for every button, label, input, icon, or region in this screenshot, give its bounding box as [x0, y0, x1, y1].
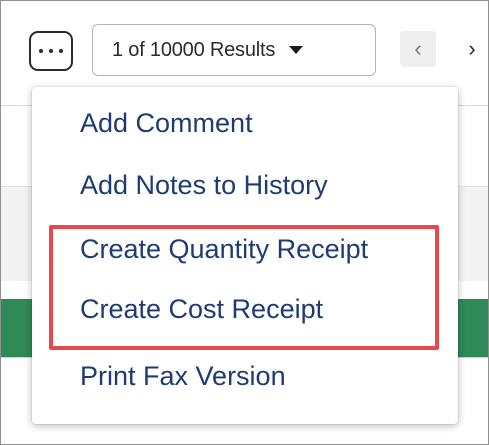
chevron-right-icon: › [468, 36, 476, 61]
more-horizontal-icon [59, 49, 63, 53]
caret-down-icon [289, 46, 304, 54]
previous-result-button[interactable]: ‹ [400, 31, 436, 67]
menu-item-create-quantity-receipt[interactable]: Create Quantity Receipt [80, 234, 368, 265]
more-horizontal-icon [49, 49, 53, 53]
results-count-label: 1 of 10000 Results [112, 38, 276, 61]
more-horizontal-icon [39, 49, 43, 53]
more-actions-button[interactable] [29, 31, 73, 71]
menu-item-create-cost-receipt[interactable]: Create Cost Receipt [80, 294, 323, 325]
more-actions-menu: Add Comment Add Notes to History Create … [32, 87, 458, 424]
next-result-button[interactable]: › [457, 31, 487, 67]
app-frame: 1 of 10000 Results ‹ › Add Comment Add N… [0, 0, 489, 445]
menu-item-print-fax-version[interactable]: Print Fax Version [80, 361, 286, 392]
menu-item-add-notes-to-history[interactable]: Add Notes to History [80, 170, 328, 201]
menu-item-add-comment[interactable]: Add Comment [80, 108, 253, 139]
results-dropdown[interactable]: 1 of 10000 Results [92, 24, 376, 76]
chevron-left-icon: ‹ [414, 36, 422, 61]
